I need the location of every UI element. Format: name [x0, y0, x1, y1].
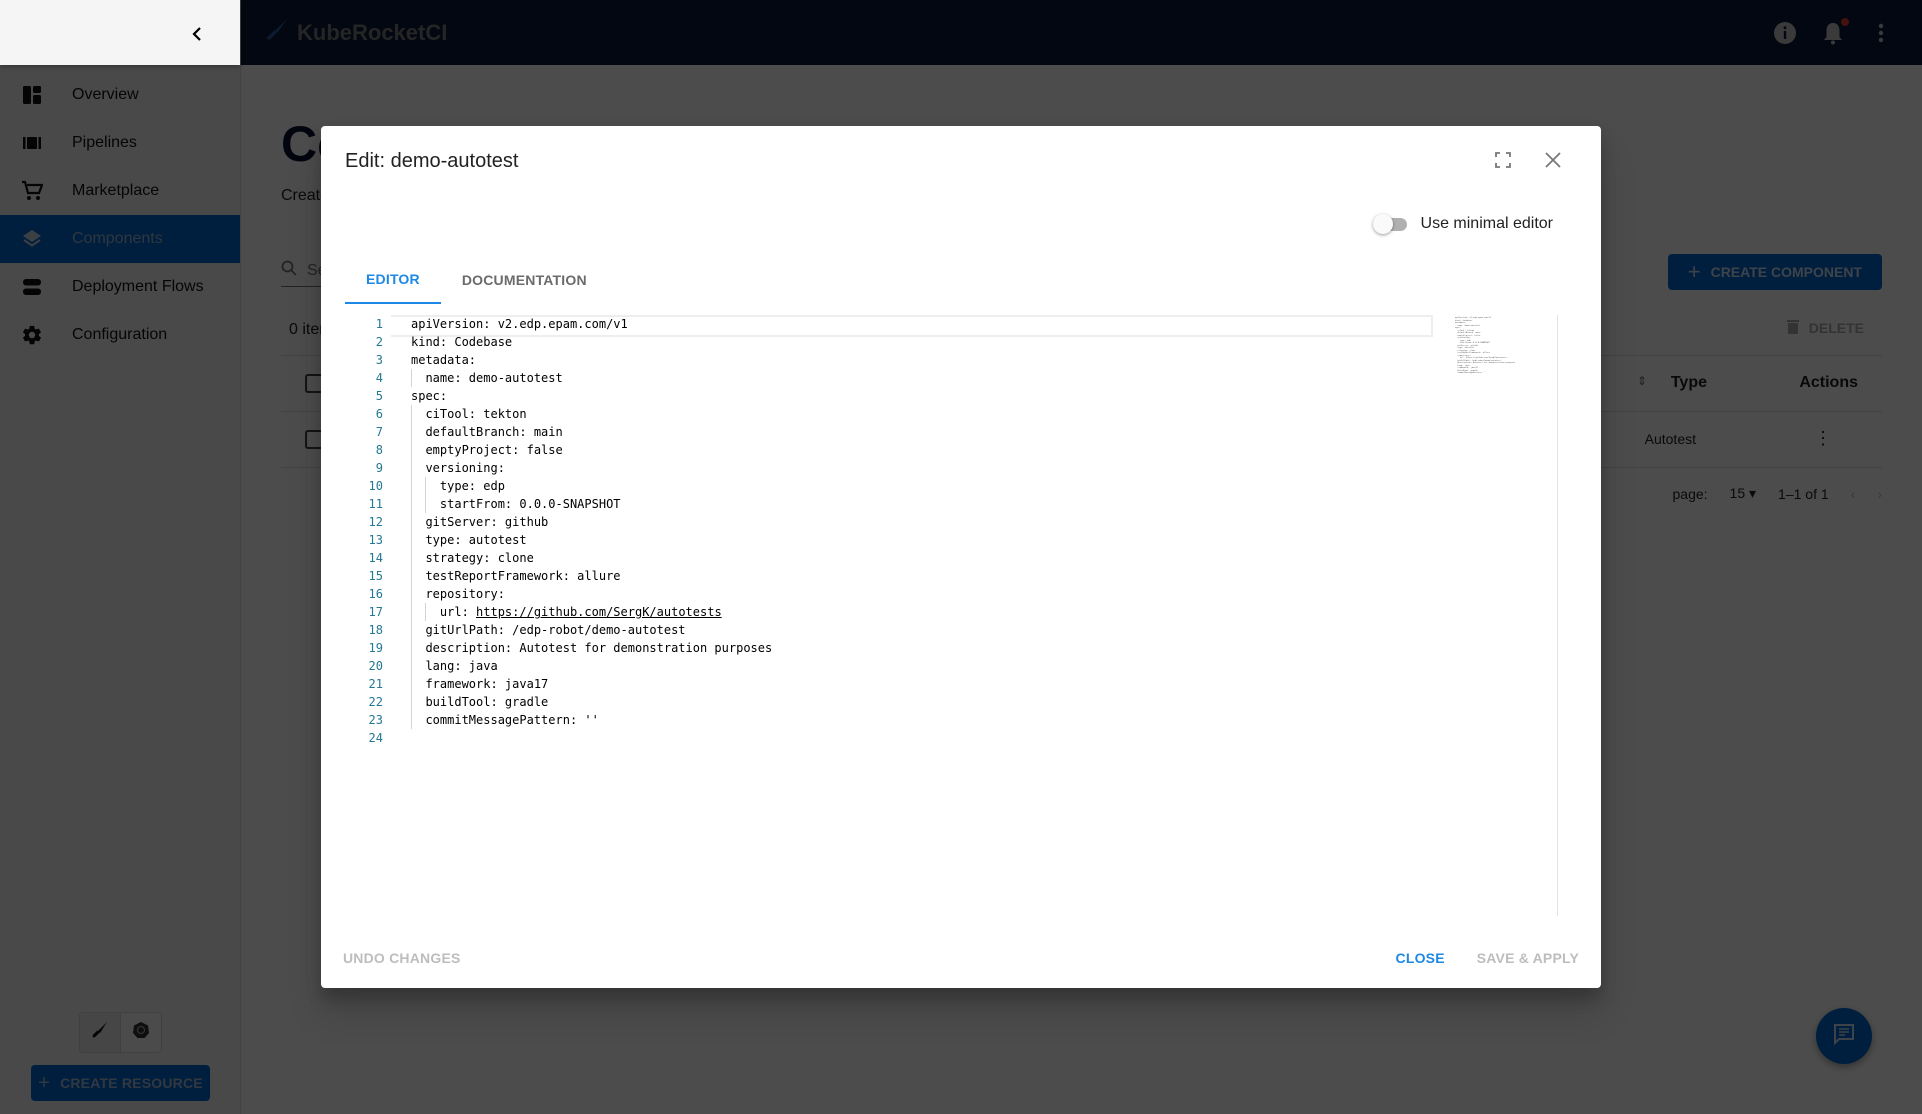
editor-line: 4 name: demo-autotest	[345, 369, 1571, 387]
line-code: spec:	[411, 389, 448, 403]
editor-line: 6 ciTool: tekton	[345, 405, 1571, 423]
line-number: 7	[375, 425, 383, 439]
sidebar-header	[0, 0, 240, 65]
editor-line: 10 type: edp	[345, 477, 1571, 495]
line-code: gitServer: github	[411, 515, 549, 529]
line-number: 11	[368, 497, 383, 511]
line-code: lang: java	[411, 659, 498, 673]
line-number: 4	[375, 371, 383, 385]
line-number: 2	[375, 335, 383, 349]
editor-line: 3 metadata:	[345, 351, 1571, 369]
tab-documentation[interactable]: DOCUMENTATION	[441, 256, 608, 304]
line-number: 3	[375, 353, 383, 367]
editor-scrollbar[interactable]	[1557, 315, 1571, 916]
editor-line: 22 buildTool: gradle	[345, 693, 1571, 711]
editor-line: 17 url: https://github.com/SergK/autotes…	[345, 603, 1571, 621]
editor-line: 20 lang: java	[345, 657, 1571, 675]
editor-line: 15 testReportFramework: allure	[345, 567, 1571, 585]
line-number: 6	[375, 407, 383, 421]
fullscreen-icon[interactable]	[1491, 148, 1515, 172]
line-code: metadata:	[411, 353, 477, 367]
minimal-editor-switch[interactable]	[1372, 214, 1409, 234]
line-number: 23	[368, 713, 383, 727]
line-code: buildTool: gradle	[411, 695, 549, 709]
line-code: framework: java17	[411, 677, 549, 691]
line-number: 19	[368, 641, 383, 655]
line-number: 17	[368, 605, 383, 619]
line-number: 9	[375, 461, 383, 475]
line-number: 22	[368, 695, 383, 709]
line-number: 1	[375, 317, 383, 331]
editor-line: 21 framework: java17	[345, 675, 1571, 693]
editor-line: 8 emptyProject: false	[345, 441, 1571, 459]
editor-line: 23 commitMessagePattern: ''	[345, 711, 1571, 729]
minimal-editor-label: Use minimal editor	[1420, 215, 1553, 232]
close-button[interactable]: CLOSE	[1390, 950, 1451, 966]
editor-line: 24	[345, 729, 1571, 747]
line-code: defaultBranch: main	[411, 425, 563, 439]
line-code: gitUrlPath: /edp-robot/demo-autotest	[411, 623, 686, 637]
line-code: type: autotest	[411, 533, 527, 547]
line-code: type: edp	[411, 479, 505, 493]
line-code: versioning:	[411, 461, 505, 475]
editor-line: 9 versioning:	[345, 459, 1571, 477]
line-code: startFrom: 0.0.0-SNAPSHOT	[411, 497, 621, 511]
line-code: strategy: clone	[411, 551, 534, 565]
save-apply-button[interactable]: SAVE & APPLY	[1471, 950, 1585, 966]
line-code: ciTool: tekton	[411, 407, 527, 421]
editor-minimap[interactable]: apiVersion: v2.edp.epam.com/v1 kind: Cod…	[1455, 317, 1515, 375]
editor-line: 7 defaultBranch: main	[345, 423, 1571, 441]
line-number: 18	[368, 623, 383, 637]
editor-line: 12 gitServer: github	[345, 513, 1571, 531]
line-code: repository:	[411, 587, 505, 601]
line-number: 24	[368, 731, 383, 745]
line-number: 16	[368, 587, 383, 601]
line-code: commitMessagePattern: ''	[411, 713, 599, 727]
editor-line: 1 apiVersion: v2.edp.epam.com/v1	[345, 315, 1571, 337]
line-code: name: demo-autotest	[411, 371, 563, 385]
line-code: testReportFramework: allure	[411, 569, 621, 583]
editor-line: 16 repository:	[345, 585, 1571, 603]
editor-line: 5 spec:	[345, 387, 1571, 405]
editor-line: 13 type: autotest	[345, 531, 1571, 549]
dialog-tabs: EDITOR DOCUMENTATION	[345, 256, 608, 304]
line-code: description: Autotest for demonstration …	[411, 641, 773, 655]
undo-changes-button[interactable]: UNDO CHANGES	[337, 950, 467, 966]
editor-line: 14 strategy: clone	[345, 549, 1571, 567]
line-code: url: https://github.com/SergK/autotests	[411, 605, 722, 619]
edit-dialog: Edit: demo-autotest Use minimal editor E…	[321, 126, 1601, 988]
line-number: 13	[368, 533, 383, 547]
dialog-footer: UNDO CHANGES CLOSE SAVE & APPLY	[337, 940, 1585, 976]
line-code: apiVersion: v2.edp.epam.com/v1	[391, 315, 1432, 337]
dialog-title: Edit: demo-autotest	[345, 150, 519, 172]
line-number: 10	[368, 479, 383, 493]
chevron-left-icon[interactable]	[190, 17, 204, 48]
editor-line: 18 gitUrlPath: /edp-robot/demo-autotest	[345, 621, 1571, 639]
line-number: 14	[368, 551, 383, 565]
line-code: kind: Codebase	[411, 335, 513, 349]
editor-lines: 1 apiVersion: v2.edp.epam.com/v1 2 kind: Co…	[345, 315, 1571, 747]
line-number: 5	[375, 389, 383, 403]
tab-editor[interactable]: EDITOR	[345, 256, 441, 304]
line-number: 20	[368, 659, 383, 673]
editor-line: 11 startFrom: 0.0.0-SNAPSHOT	[345, 495, 1571, 513]
line-number: 12	[368, 515, 383, 529]
line-code: emptyProject: false	[411, 443, 563, 457]
yaml-editor[interactable]: 1 apiVersion: v2.edp.epam.com/v1 2 kind: Co…	[345, 315, 1571, 916]
close-icon[interactable]	[1541, 148, 1565, 172]
editor-line: 19 description: Autotest for demonstrati…	[345, 639, 1571, 657]
line-number: 21	[368, 677, 383, 691]
line-number: 15	[368, 569, 383, 583]
editor-line: 2 kind: Codebase	[345, 333, 1571, 351]
line-number: 8	[375, 443, 383, 457]
repository-url-link[interactable]: https://github.com/SergK/autotests	[476, 605, 722, 619]
minimal-editor-toggle[interactable]: Use minimal editor	[1372, 214, 1553, 234]
